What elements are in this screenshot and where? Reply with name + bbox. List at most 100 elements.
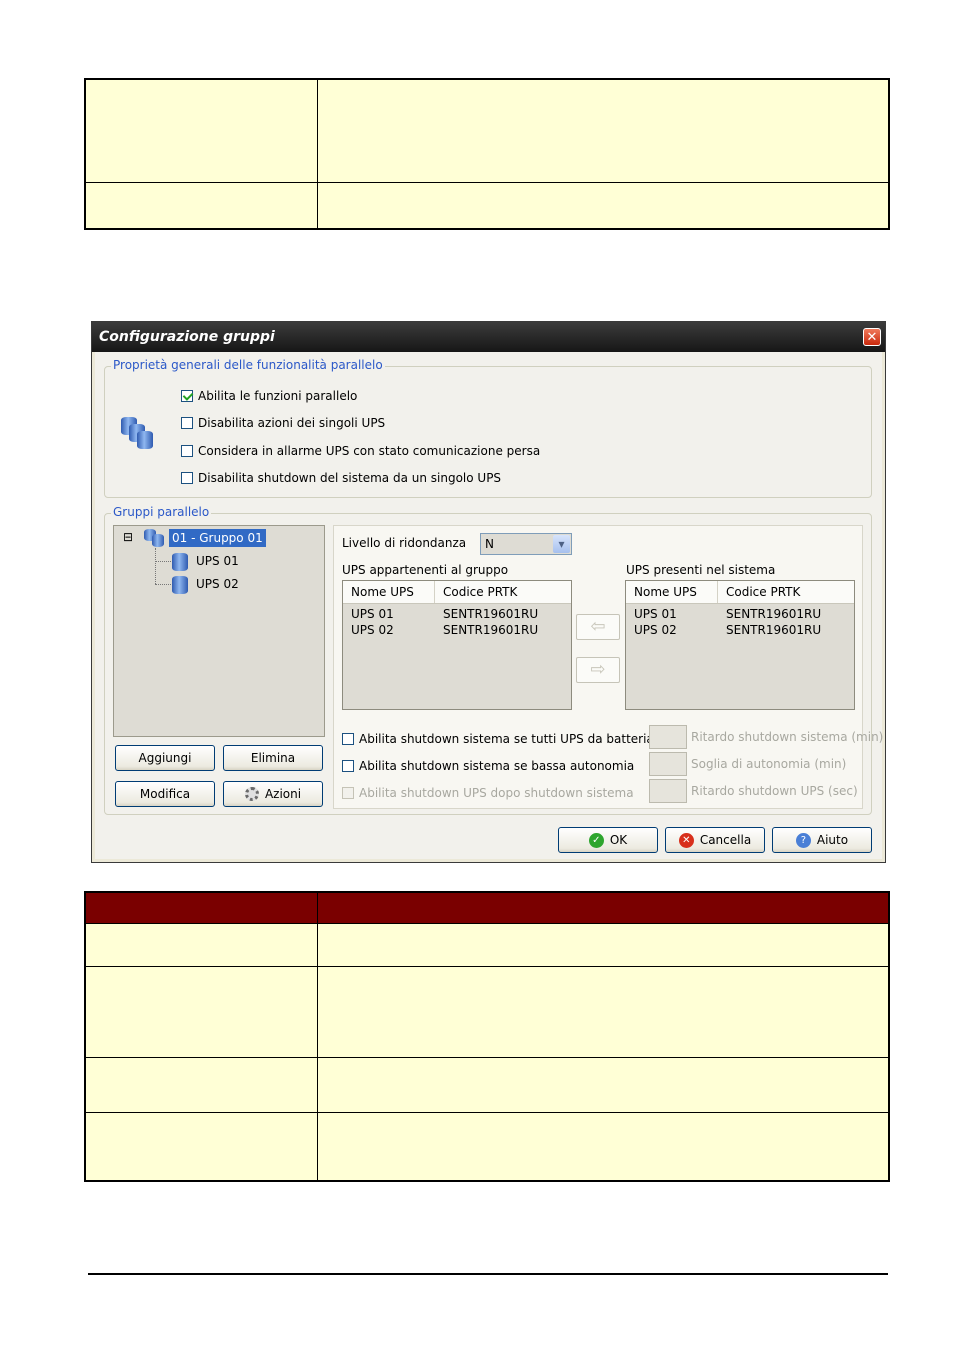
group-tree[interactable]: ⊟ 01 - Gruppo 01 UPS 01 UPS 02: [113, 525, 325, 737]
alarm-on-lost-communication-checkbox[interactable]: Considera in allarme UPS con stato comun…: [181, 444, 540, 458]
enable-parallel-checkbox[interactable]: Abilita le funzioni parallelo: [181, 389, 357, 403]
list-item[interactable]: UPS 01 SENTR19601RU: [343, 606, 571, 622]
list-item[interactable]: UPS 01 SENTR19601RU: [626, 606, 854, 622]
group-config-dialog: Configurazione gruppi ✕ Proprietà genera…: [91, 321, 886, 863]
system-ups-list[interactable]: Nome UPS Codice PRTK UPS 01 SENTR19601RU…: [625, 580, 855, 710]
shutdown-ups-after-system-checkbox: Abilita shutdown UPS dopo shutdown siste…: [342, 786, 634, 800]
table-row: [86, 1057, 888, 1112]
column-header[interactable]: Codice PRTK: [435, 581, 517, 603]
button-label: OK: [609, 833, 628, 847]
button-label: Aiuto: [816, 833, 849, 847]
tree-collapse-icon[interactable]: ⊟: [123, 530, 133, 544]
redundancy-value: N: [485, 537, 494, 551]
shutdown-all-on-battery-checkbox[interactable]: Abilita shutdown sistema se tutti UPS da…: [342, 732, 654, 746]
parallel-groups-group: Gruppi parallelo ⊟ 01 - Gruppo 01 UPS 01…: [104, 505, 883, 815]
system-shutdown-delay-label: Ritardo shutdown sistema (min): [691, 730, 884, 744]
cancel-button[interactable]: ✕ Cancella: [665, 827, 765, 853]
checkbox-label: Abilita shutdown sistema se bassa autono…: [359, 759, 635, 773]
list-item[interactable]: UPS 02 SENTR19601RU: [626, 622, 854, 638]
check-icon: ✓: [588, 832, 604, 848]
column-header[interactable]: Nome UPS: [626, 581, 718, 603]
ups-shutdown-delay-input: [649, 779, 687, 803]
tree-node-ups-02[interactable]: UPS 02: [196, 577, 239, 591]
list-header: Nome UPS Codice PRTK: [626, 581, 854, 604]
checkbox-box[interactable]: [342, 760, 354, 772]
checkbox-box[interactable]: [181, 417, 193, 429]
shutdown-low-autonomy-checkbox[interactable]: Abilita shutdown sistema se bassa autono…: [342, 759, 634, 773]
system-shutdown-delay-input: [649, 725, 687, 749]
checkbox-box[interactable]: [342, 733, 354, 745]
table-cell: [318, 80, 888, 182]
redundancy-select[interactable]: N ▾: [480, 533, 572, 555]
disable-system-shutdown-single-ups-checkbox[interactable]: Disabilita shutdown del sistema da un si…: [181, 471, 501, 485]
ups-code: SENTR19601RU: [726, 607, 822, 621]
table-cell: [86, 80, 318, 182]
column-header[interactable]: Nome UPS: [343, 581, 435, 603]
checkbox-label: Abilita shutdown UPS dopo shutdown siste…: [359, 786, 634, 800]
dialog-titlebar[interactable]: Configurazione gruppi ✕: [92, 322, 885, 352]
table-cell: [86, 967, 318, 1057]
table-cell: [318, 183, 888, 228]
button-label: Cancella: [699, 833, 752, 847]
database-stack-icon: [121, 417, 161, 453]
ups-name: UPS 02: [634, 623, 677, 637]
edit-group-button[interactable]: Modifica: [115, 781, 215, 807]
checkbox-label: Considera in allarme UPS con stato comun…: [198, 444, 541, 458]
tree-node-label: 01 - Gruppo 01: [172, 531, 263, 545]
close-icon[interactable]: ✕: [863, 328, 881, 346]
checkbox-label: Disabilita azioni dei singoli UPS: [198, 416, 386, 430]
table-header-cell: [86, 893, 318, 923]
checkbox-box[interactable]: [181, 390, 193, 402]
arrow-left-icon[interactable]: ⇦: [576, 614, 620, 640]
table-row: [86, 923, 888, 966]
add-group-button[interactable]: Aggiungi: [115, 745, 215, 771]
ups-code: SENTR19601RU: [443, 607, 539, 621]
table-row: [86, 182, 888, 228]
ups-code: SENTR19601RU: [443, 623, 539, 637]
chevron-down-icon[interactable]: ▾: [553, 535, 570, 553]
table-cell: [318, 1058, 888, 1112]
table-cell: [86, 183, 318, 228]
autonomy-threshold-label: Soglia di autonomia (min): [691, 757, 847, 771]
table-cell: [318, 1113, 888, 1180]
group-list-caption: UPS appartenenti al gruppo: [342, 563, 509, 577]
redundancy-label: Livello di ridondanza: [342, 536, 467, 550]
ok-button[interactable]: ✓ OK: [558, 827, 658, 853]
checkbox-label: Disabilita shutdown del sistema da un si…: [198, 471, 502, 485]
cancel-icon: ✕: [678, 832, 694, 848]
checkbox-box[interactable]: [181, 472, 193, 484]
ups-icon: [172, 553, 188, 571]
ups-name: UPS 01: [634, 607, 677, 621]
tree-node-ups-01[interactable]: UPS 01: [196, 554, 239, 568]
table-row: [86, 80, 888, 182]
general-properties-group: Proprietà generali delle funzionalità pa…: [104, 358, 872, 498]
ups-shutdown-delay-label: Ritardo shutdown UPS (sec): [691, 784, 858, 798]
tree-node-group-01[interactable]: 01 - Gruppo 01: [169, 529, 266, 547]
checkbox-box: [342, 787, 354, 799]
actions-button[interactable]: Azioni: [223, 781, 323, 807]
column-header[interactable]: Codice PRTK: [718, 581, 800, 603]
help-icon: ?: [795, 832, 811, 848]
autonomy-threshold-input: [649, 752, 687, 776]
ups-name: UPS 02: [351, 623, 394, 637]
checkbox-label: Abilita shutdown sistema se tutti UPS da…: [359, 732, 654, 746]
disable-single-ups-actions-checkbox[interactable]: Disabilita azioni dei singoli UPS: [181, 416, 385, 430]
tree-line: [155, 561, 171, 562]
gear-icon: [244, 787, 259, 801]
bottom-info-table: [84, 891, 890, 1182]
button-label: Azioni: [264, 787, 302, 801]
group-node-icon: [144, 529, 166, 547]
delete-group-button[interactable]: Elimina: [223, 745, 323, 771]
help-button[interactable]: ? Aiuto: [772, 827, 872, 853]
group-detail-panel: Livello di ridondanza N ▾ UPS appartenen…: [333, 525, 883, 809]
page-footer-rule: [88, 1273, 888, 1275]
checkbox-box[interactable]: [181, 445, 193, 457]
dialog-title: Configurazione gruppi: [99, 329, 275, 345]
table-cell: [86, 924, 318, 966]
system-list-caption: UPS presenti nel sistema: [626, 563, 776, 577]
group-ups-list[interactable]: Nome UPS Codice PRTK UPS 01 SENTR19601RU…: [342, 580, 572, 710]
dialog-client: Proprietà generali delle funzionalità pa…: [95, 352, 883, 859]
arrow-right-icon[interactable]: ⇨: [576, 657, 620, 683]
button-label: Modifica: [139, 787, 191, 801]
list-item[interactable]: UPS 02 SENTR19601RU: [343, 622, 571, 638]
